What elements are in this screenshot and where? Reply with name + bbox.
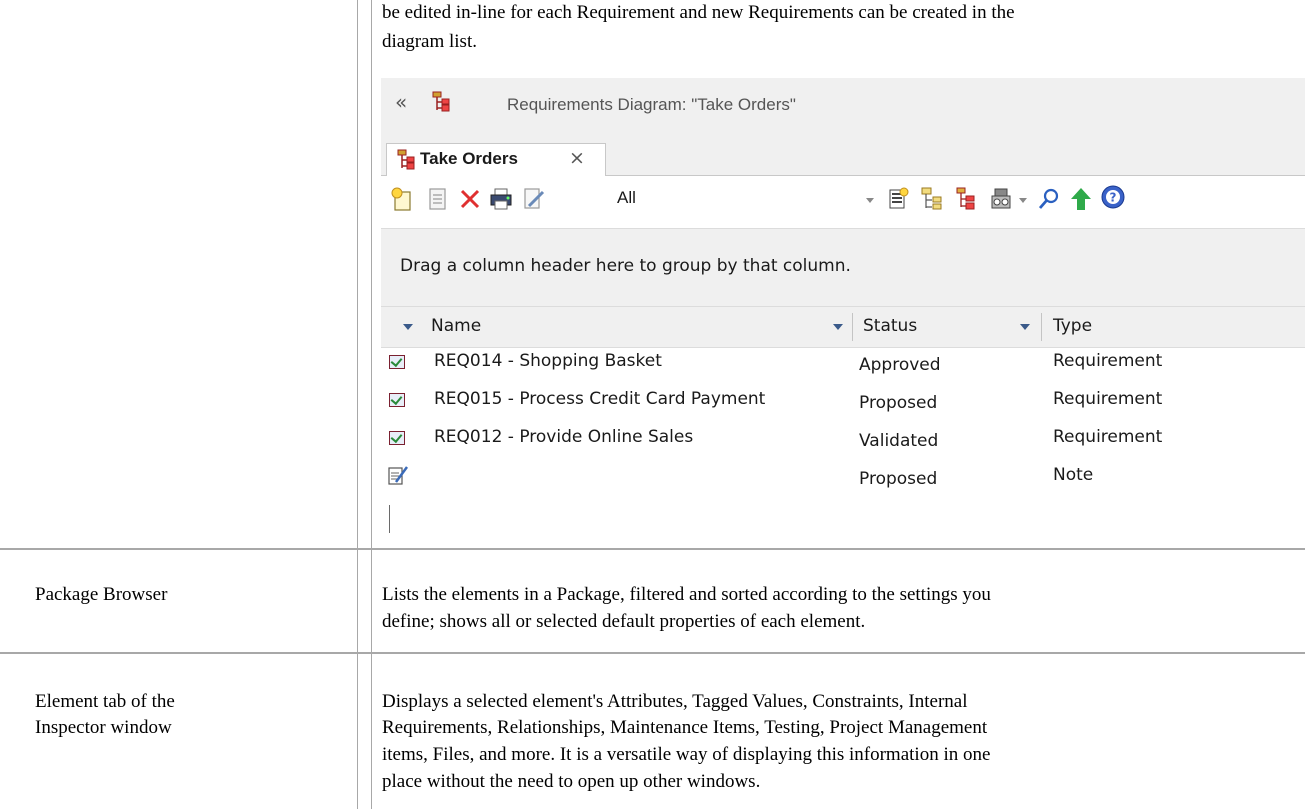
tab-close-icon[interactable]: × (569, 147, 585, 169)
requirement-icon (389, 393, 405, 407)
filter-icon[interactable] (1020, 324, 1030, 330)
collapse-icon[interactable]: « (395, 90, 407, 114)
svg-text:?: ? (1110, 191, 1117, 205)
row-name: REQ014 - Shopping Basket (434, 351, 662, 371)
column-header-status[interactable]: Status (863, 316, 917, 336)
row-type: Requirement (1053, 351, 1163, 371)
find-icon[interactable] (1036, 186, 1062, 212)
description-line: Requirements, Relationships, Maintenance… (382, 717, 988, 738)
text-cursor (389, 505, 390, 533)
tree-icon[interactable] (919, 186, 945, 212)
column-separator[interactable] (1041, 313, 1042, 341)
term-element-tab: Inspector window (35, 717, 172, 738)
row-status: Approved (859, 355, 941, 375)
table-row[interactable]: REQ014 - Shopping Basket Approved Requir… (381, 348, 1305, 386)
window-title: Requirements Diagram: "Take Orders" (507, 95, 796, 114)
filter-icon[interactable] (403, 324, 413, 330)
group-hint: Drag a column header here to group by th… (400, 256, 851, 276)
delete-icon[interactable] (457, 186, 483, 212)
help-icon[interactable]: ? (1100, 184, 1126, 210)
row-name: REQ015 - Process Credit Card Payment (434, 389, 766, 409)
bulk-edit-icon[interactable] (886, 186, 912, 212)
table-row[interactable]: Proposed Note (381, 462, 1305, 500)
term-package-browser: Package Browser (35, 584, 168, 605)
column-separator[interactable] (852, 313, 853, 341)
group-by-area[interactable]: Drag a column header here to group by th… (381, 228, 1305, 307)
table-row-divider (0, 548, 1305, 550)
filter-icon[interactable] (833, 324, 843, 330)
up-arrow-icon[interactable] (1068, 186, 1094, 212)
requirement-icon (389, 431, 405, 445)
table-right-column-divider (371, 0, 372, 809)
description-line: items, Files, and more. It is a versatil… (382, 744, 991, 765)
tab-take-orders[interactable]: Take Orders × (386, 143, 606, 176)
print-icon[interactable] (488, 186, 514, 212)
row-status: Validated (859, 431, 939, 451)
new-element-icon[interactable] (389, 186, 415, 212)
view-options-icon[interactable] (989, 186, 1015, 212)
properties-icon[interactable] (425, 186, 451, 212)
hierarchy-icon[interactable] (953, 186, 979, 212)
tab-label: Take Orders (420, 149, 518, 168)
requirement-icon (389, 355, 405, 369)
row-type: Note (1053, 465, 1094, 485)
diagram-icon (432, 91, 450, 112)
intro-text-line: diagram list. (382, 31, 477, 52)
diagram-tabstrip: Take Orders × (381, 133, 1305, 176)
row-status: Proposed (859, 469, 938, 489)
window-title-bar: « Requirements Diagram: "Take Orders" (381, 78, 1305, 134)
table-left-column-divider (357, 0, 358, 809)
row-type: Requirement (1053, 427, 1163, 447)
view-options-dropdown-icon[interactable] (1019, 198, 1027, 203)
note-edit-icon[interactable] (521, 186, 547, 212)
description-line: Displays a selected element's Attributes… (382, 691, 968, 712)
table-row[interactable]: REQ012 - Provide Online Sales Validated … (381, 424, 1305, 462)
description-line: place without the need to open up other … (382, 771, 761, 792)
table-row-divider (0, 652, 1305, 654)
description-line: define; shows all or selected default pr… (382, 611, 866, 632)
filter-dropdown-icon[interactable] (866, 198, 874, 203)
row-type: Requirement (1053, 389, 1163, 409)
row-status: Proposed (859, 393, 938, 413)
filter-value[interactable]: All (617, 188, 636, 208)
document-page: be edited in-line for each Requirement a… (0, 0, 1305, 809)
row-name: REQ012 - Provide Online Sales (434, 427, 694, 447)
table-row[interactable]: REQ015 - Process Credit Card Payment Pro… (381, 386, 1305, 424)
intro-text-line: be edited in-line for each Requirement a… (382, 2, 1015, 23)
column-header-type[interactable]: Type (1053, 316, 1092, 336)
note-icon (388, 466, 409, 485)
column-header-row: Name Status Type (381, 306, 1305, 348)
description-line: Lists the elements in a Package, filtere… (382, 584, 991, 605)
column-header-name[interactable]: Name (431, 316, 481, 336)
diagram-list-toolbar: All ? (381, 176, 1305, 228)
diagram-list-screenshot: « Requirements Diagram: "Take Orders" Ta… (381, 78, 1305, 538)
term-element-tab: Element tab of the (35, 691, 175, 712)
diagram-icon (397, 149, 415, 170)
